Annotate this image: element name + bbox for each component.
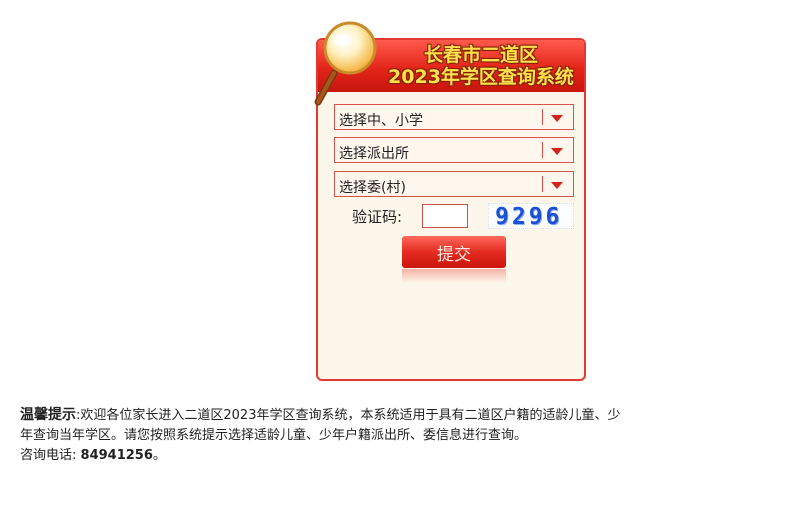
notice-phone-line: 咨询电话: 84941256。: [20, 446, 780, 466]
phone-number: 84941256: [80, 448, 153, 463]
page: 长春市二道区 2023年学区查询系统 选择中、小学 选择派出所 选择委(村) 验…: [0, 0, 800, 505]
chevron-down-icon: [551, 115, 563, 122]
panel-title-line2: 2023年学区查询系统: [388, 66, 574, 88]
phone-label: 咨询电话:: [20, 448, 77, 463]
committee-select-value: 选择委(村): [339, 180, 406, 196]
panel-title-line1: 长春市二道区: [423, 44, 538, 66]
notice-text-1: :欢迎各位家长进入二道区2023年学区查询系统，本系统适用于具有二道区户籍的适龄…: [76, 408, 621, 423]
magnifier-icon: [314, 21, 377, 106]
chevron-down-icon: [551, 182, 563, 189]
submit-button[interactable]: 提交: [402, 236, 506, 268]
panel-title: 长春市二道区 2023年学区查询系统: [374, 44, 588, 88]
school-select[interactable]: 选择中、小学: [334, 104, 574, 130]
captcha-input[interactable]: [422, 204, 468, 228]
query-panel: 长春市二道区 2023年学区查询系统 选择中、小学 选择派出所 选择委(村) 验…: [314, 21, 588, 381]
select-divider: [542, 109, 543, 125]
notice-line-1: 温馨提示:欢迎各位家长进入二道区2023年学区查询系统，本系统适用于具有二道区户…: [20, 405, 780, 426]
select-divider: [542, 176, 543, 192]
chevron-down-icon: [551, 148, 563, 155]
school-select-value: 选择中、小学: [339, 113, 423, 129]
committee-select[interactable]: 选择委(村): [334, 171, 574, 197]
police-station-select-value: 选择派出所: [339, 146, 409, 162]
captcha-image[interactable]: 9296: [488, 203, 574, 230]
captcha-code: 9296: [495, 204, 563, 230]
captcha-label: 验证码:: [352, 208, 403, 226]
notice-text-2: 年查询当年学区。请您按照系统提示选择适龄儿童、少年户籍派出所、委信息进行查询。: [20, 428, 528, 443]
submit-button-reflection: [402, 269, 506, 283]
phone-suffix: 。: [152, 448, 166, 463]
select-divider: [542, 142, 543, 158]
police-station-select[interactable]: 选择派出所: [334, 137, 574, 163]
notice: 温馨提示:欢迎各位家长进入二道区2023年学区查询系统，本系统适用于具有二道区户…: [20, 405, 780, 466]
notice-heading: 温馨提示: [20, 407, 76, 423]
